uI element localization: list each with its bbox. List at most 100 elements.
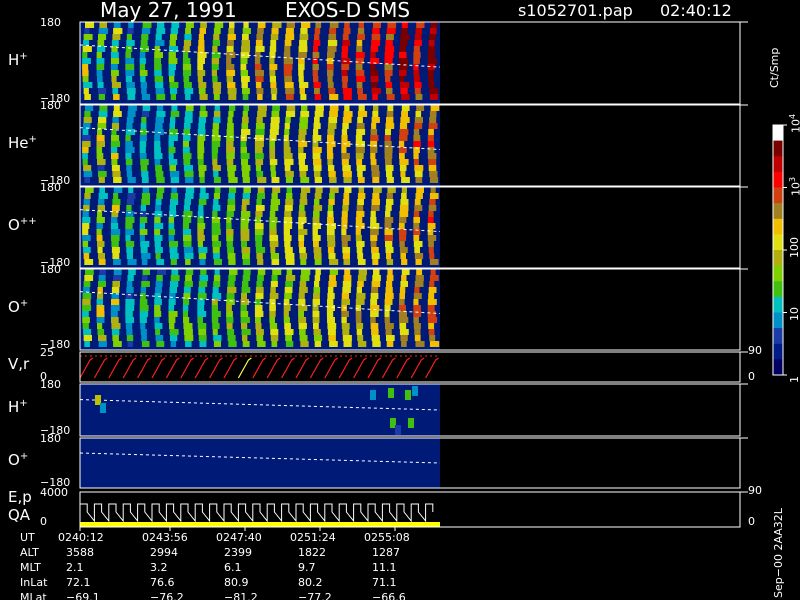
spec-cell [358,22,364,28]
spec-cell [240,229,250,235]
spec-cell [184,199,191,205]
spec-cell [83,117,92,123]
spec-cell [126,335,134,341]
spec-cell [414,281,424,287]
spec-cell [283,311,289,317]
spec-cell [356,165,366,171]
spec-cell [111,165,120,171]
spec-cell [168,135,178,141]
spec-cell [329,269,338,275]
spec-cell [341,317,347,323]
spec-cell [183,135,191,141]
spec-cell [284,76,293,82]
spec-cell [386,281,393,287]
spec-cell [111,153,119,159]
colorbar-unit-label: Ct/Smp [768,47,781,88]
spec-cell [314,193,322,199]
spec-cell [400,335,408,341]
spec-cell [401,28,408,34]
spec-cell [386,34,394,40]
spec-cell [183,287,191,293]
spec-cell [96,317,105,323]
spec-cell [99,187,105,193]
spec-cell [429,117,437,123]
spec-cell [356,211,365,217]
spec-cell [169,165,176,171]
spec-cell [113,111,122,117]
spec-cell [170,253,179,259]
spec-cell [168,153,174,159]
spec-cell [242,111,248,117]
spec-cell [401,111,408,117]
spec-cell [197,317,203,323]
spec-cell [257,341,266,347]
spec-cell [398,141,405,147]
spec-cell [401,22,408,28]
spec-cell [211,58,220,64]
spec-cell [229,187,237,193]
spec-cell [298,235,305,241]
panel-species-charge: + [19,398,28,409]
panel-species-label: O [8,451,20,469]
spec-cell [301,187,311,193]
spec-cell [156,259,165,265]
panel-species-charge: + [19,297,29,309]
spec-cell [299,40,308,46]
spec-cell [327,135,335,141]
spec-cell [269,235,279,241]
spec-cell [428,165,437,171]
spec-cell [414,171,423,177]
colorbar-swatch [773,234,783,251]
spec-cell [240,311,249,317]
spec-cell [299,34,309,40]
spec-cell [386,171,393,177]
spec-cell [141,111,149,117]
spec-cell [113,177,122,183]
spec-cell [82,129,89,135]
spec-cell [254,229,264,235]
low-blob [395,425,401,435]
table-cell: 9.7 [298,561,316,574]
spec-cell [184,253,194,259]
spec-cell [155,199,162,205]
spec-cell [399,235,407,241]
spec-cell [271,28,279,34]
spec-cell [168,305,175,311]
spec-cell [227,88,237,94]
spec-cell [182,58,191,64]
spec-cell [414,253,424,259]
spec-cell [413,141,421,147]
spec-cell [213,253,220,259]
spec-cell [300,341,309,347]
spec-cell [155,123,163,129]
spec-cell [154,76,164,82]
spec-cell [170,117,176,123]
spec-cell [154,217,161,223]
panel-species-label: H [8,398,20,416]
spec-cell [415,275,424,281]
colorbar-tick-label-1: 103 [788,176,800,195]
spec-cell [183,153,192,159]
spec-cell [271,111,280,117]
spec-cell [199,177,205,183]
spec-cell [198,329,207,335]
spec-cell [284,211,292,217]
spec-cell [343,341,352,347]
spec-cell [257,259,264,265]
spec-cell [370,159,377,165]
spec-cell [227,329,235,335]
spec-cell [269,147,276,153]
table-cell: 1822 [298,546,326,559]
spec-cell [355,147,365,153]
panel-label2-7: QA [8,506,31,524]
spec-cell [342,253,350,259]
spec-cell [240,153,250,159]
spec-cell [428,247,434,253]
spec-cell [111,76,117,82]
spec-cell [400,34,410,40]
ymax-tick-7: 4000 [40,486,68,499]
colorbar-swatch [773,218,783,235]
spec-cell [197,223,206,229]
spec-cell [242,88,250,94]
spec-cell [341,299,350,305]
